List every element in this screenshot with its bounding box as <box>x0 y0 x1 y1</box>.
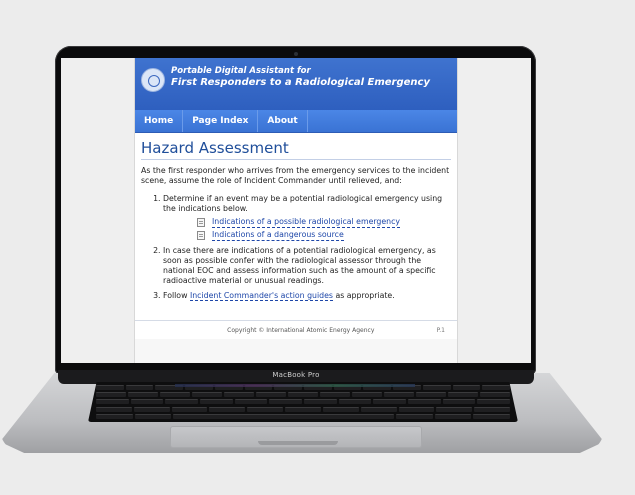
nav-page-index[interactable]: Page Index <box>183 110 259 132</box>
laptop-lid: Portable Digital Assistant for First Res… <box>55 46 536 375</box>
document-icon <box>197 231 205 240</box>
link-action-guides[interactable]: Incident Commander's action guides <box>189 291 333 301</box>
document-icon <box>197 218 205 227</box>
page-title: Hazard Assessment <box>141 139 451 160</box>
step-3-suffix: as appropriate. <box>332 291 395 300</box>
page-footer: Copyright © International Atomic Energy … <box>135 320 457 339</box>
lid-notch <box>258 441 338 445</box>
brand-label: MacBook Pro <box>272 371 320 379</box>
steps-list: Determine if an event may be a potential… <box>141 194 451 301</box>
page-bottom-area <box>135 339 457 363</box>
app-page: Portable Digital Assistant for First Res… <box>135 58 457 363</box>
laptop-screen: Portable Digital Assistant for First Res… <box>61 58 531 363</box>
nav-about[interactable]: About <box>258 110 308 132</box>
step-item: Determine if an event may be a potential… <box>163 194 451 241</box>
main-content: Hazard Assessment As the first responder… <box>135 133 457 301</box>
app-title: Portable Digital Assistant for First Res… <box>171 66 430 88</box>
indication-links: Indications of a possible radiological e… <box>197 217 451 241</box>
step-1-text: Determine if an event may be a potential… <box>163 194 443 213</box>
link-dangerous-source[interactable]: Indications of a dangerous source <box>212 230 344 241</box>
camera-dot <box>294 52 298 56</box>
laptop-hinge: MacBook Pro <box>58 370 534 384</box>
nav-home[interactable]: Home <box>135 110 184 132</box>
copyright-text: Copyright © International Atomic Energy … <box>227 326 375 334</box>
indication-link-row: Indications of a possible radiological e… <box>197 217 451 228</box>
keyboard <box>88 382 518 422</box>
key-row <box>96 413 511 419</box>
step-item: In case there are indications of a poten… <box>163 246 451 286</box>
key-row <box>96 392 510 398</box>
iaea-logo-icon <box>141 68 165 92</box>
page-number: P.1 <box>436 326 445 334</box>
app-title-line2: First Responders to a Radiological Emerg… <box>171 77 430 88</box>
key-row <box>96 399 511 405</box>
indication-link-row: Indications of a dangerous source <box>197 230 451 241</box>
app-title-line1: Portable Digital Assistant for <box>171 66 311 76</box>
step-3-prefix: Follow <box>163 291 190 300</box>
key-row <box>96 406 510 412</box>
step-item: Follow Incident Commander's action guide… <box>163 291 451 301</box>
step-2-text: In case there are indications of a poten… <box>163 246 436 285</box>
main-nav: Home Page Index About <box>135 110 457 133</box>
app-header: Portable Digital Assistant for First Res… <box>135 58 457 110</box>
link-possible-radiological-emergency[interactable]: Indications of a possible radiological e… <box>212 217 401 228</box>
intro-paragraph: As the first responder who arrives from … <box>141 166 450 185</box>
touch-bar <box>175 384 415 387</box>
